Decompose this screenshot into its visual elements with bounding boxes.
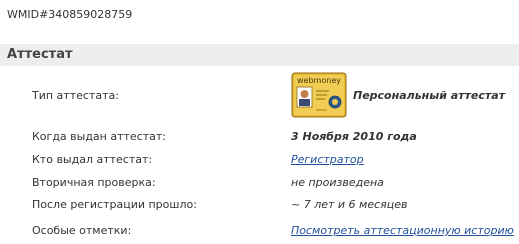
since-registration-label: После регистрации прошло:	[32, 198, 197, 211]
issued-date-label: Когда выдан аттестат:	[32, 130, 166, 143]
issued-date-value: 3 Ноября 2010 года	[291, 130, 417, 143]
cert-type-label: Тип аттестата:	[32, 89, 119, 102]
since-registration-value: ~ 7 лет и 6 месяцев	[291, 198, 408, 211]
attestation-history-link[interactable]: Посмотреть аттестационную историю	[291, 224, 514, 237]
section-title: Аттестат	[7, 47, 73, 62]
issuer-label: Кто выдал аттестат:	[32, 153, 153, 166]
secondary-check-value: не произведена	[291, 176, 384, 189]
webmoney-certificate-icon: webmoney	[291, 72, 347, 118]
secondary-check-label: Вторичная проверка:	[32, 176, 156, 189]
cert-icon-text: webmoney	[297, 76, 341, 85]
issuer-value-container: Регистратор	[291, 153, 364, 166]
registrar-link[interactable]: Регистратор	[291, 153, 364, 166]
cert-type-value: Персональный аттестат	[353, 89, 506, 102]
special-marks-label: Особые отметки:	[32, 224, 132, 237]
section-header: Аттестат	[0, 44, 519, 66]
special-marks-value-container: Посмотреть аттестационную историю	[291, 224, 514, 237]
wmid-label: WMID#340859028759	[7, 8, 133, 21]
